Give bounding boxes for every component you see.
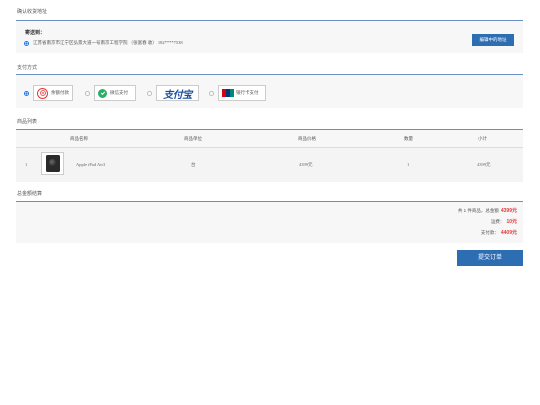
- payable-row: 支付款： 4409元: [481, 229, 517, 236]
- payment-label-balance: 余额付款: [51, 90, 69, 95]
- header-product-price: 商品价格: [298, 136, 316, 141]
- row-index: 1: [25, 162, 28, 167]
- payable-label: 支付款：: [480, 230, 499, 235]
- edit-address-button[interactable]: 编辑中的地址: [472, 34, 514, 46]
- payment-radio-wechat[interactable]: [85, 90, 90, 96]
- unionpay-icon: [222, 89, 234, 97]
- settlement-panel: 共 1 件商品，总金额 4399元 运费： 10元 支付款： 4409元: [16, 201, 523, 243]
- total-amount: 4399元: [500, 208, 517, 214]
- header-product-name: 商品名称: [70, 136, 88, 141]
- payment-panel: 余额付款 微信支付 支付宝 银行卡支付: [16, 74, 523, 108]
- wechat-pay-icon: [98, 88, 107, 98]
- address-text: 江苏省南京市江宁区弘景大道一号南京工程学院 （张富春 收） 182****753…: [33, 40, 183, 45]
- address-section-title: 确认收货地址: [17, 9, 48, 15]
- products-table: 商品名称 商品单位 商品价格 数量 小计 1 Apple iPad Air3 台…: [16, 129, 523, 182]
- settlement-section-title: 总金额结算: [17, 191, 43, 197]
- payment-radio-balance[interactable]: [24, 90, 29, 96]
- product-subtotal: 4399元: [477, 162, 491, 167]
- header-product-unit: 商品单位: [184, 136, 202, 141]
- product-thumbnail[interactable]: [41, 152, 64, 175]
- submit-order-button[interactable]: 提交订单: [457, 250, 523, 266]
- header-quantity: 数量: [404, 136, 413, 141]
- ipad-image-icon: [45, 155, 60, 172]
- payment-radio-unionpay[interactable]: [209, 90, 214, 96]
- products-section-title: 商品列表: [17, 119, 38, 125]
- address-panel: 寄送到： 江苏省南京市江宁区弘景大道一号南京工程学院 （张富春 收） 182**…: [16, 20, 523, 53]
- product-price: 4399元: [299, 162, 313, 167]
- payment-label-unionpay: 银行卡支付: [236, 90, 259, 95]
- payable-amount: 4409元: [500, 230, 517, 236]
- freight-label: 运费：: [490, 219, 505, 224]
- payment-radio-alipay[interactable]: [147, 90, 152, 96]
- freight-row: 运费： 10元: [491, 218, 517, 225]
- total-summary-label: 共 1 件商品，总金额: [457, 208, 499, 213]
- header-subtotal: 小计: [478, 136, 487, 141]
- product-unit: 台: [191, 162, 196, 167]
- address-radio[interactable]: [24, 40, 29, 46]
- payment-section-title: 支付方式: [17, 65, 38, 71]
- table-row: 1 Apple iPad Air3 台 4399元 1 4399元: [16, 147, 523, 182]
- product-name[interactable]: Apple iPad Air3: [76, 162, 105, 167]
- balance-pay-icon: [37, 87, 48, 99]
- alipay-icon: 支付宝: [163, 89, 192, 101]
- payment-option-alipay[interactable]: 支付宝: [147, 85, 199, 101]
- product-quantity: 1: [407, 162, 410, 167]
- recipient-label: 寄送到：: [25, 30, 46, 36]
- total-summary: 共 1 件商品，总金额 4399元: [458, 207, 517, 214]
- payment-option-wechat[interactable]: 微信支付: [85, 85, 136, 101]
- freight-amount: 10元: [506, 219, 517, 225]
- payment-option-balance[interactable]: 余额付款: [24, 85, 73, 101]
- payment-label-wechat: 微信支付: [110, 90, 128, 95]
- payment-option-unionpay[interactable]: 银行卡支付: [209, 85, 266, 101]
- address-option[interactable]: 江苏省南京市江宁区弘景大道一号南京工程学院 （张富春 收） 182****753…: [24, 40, 183, 46]
